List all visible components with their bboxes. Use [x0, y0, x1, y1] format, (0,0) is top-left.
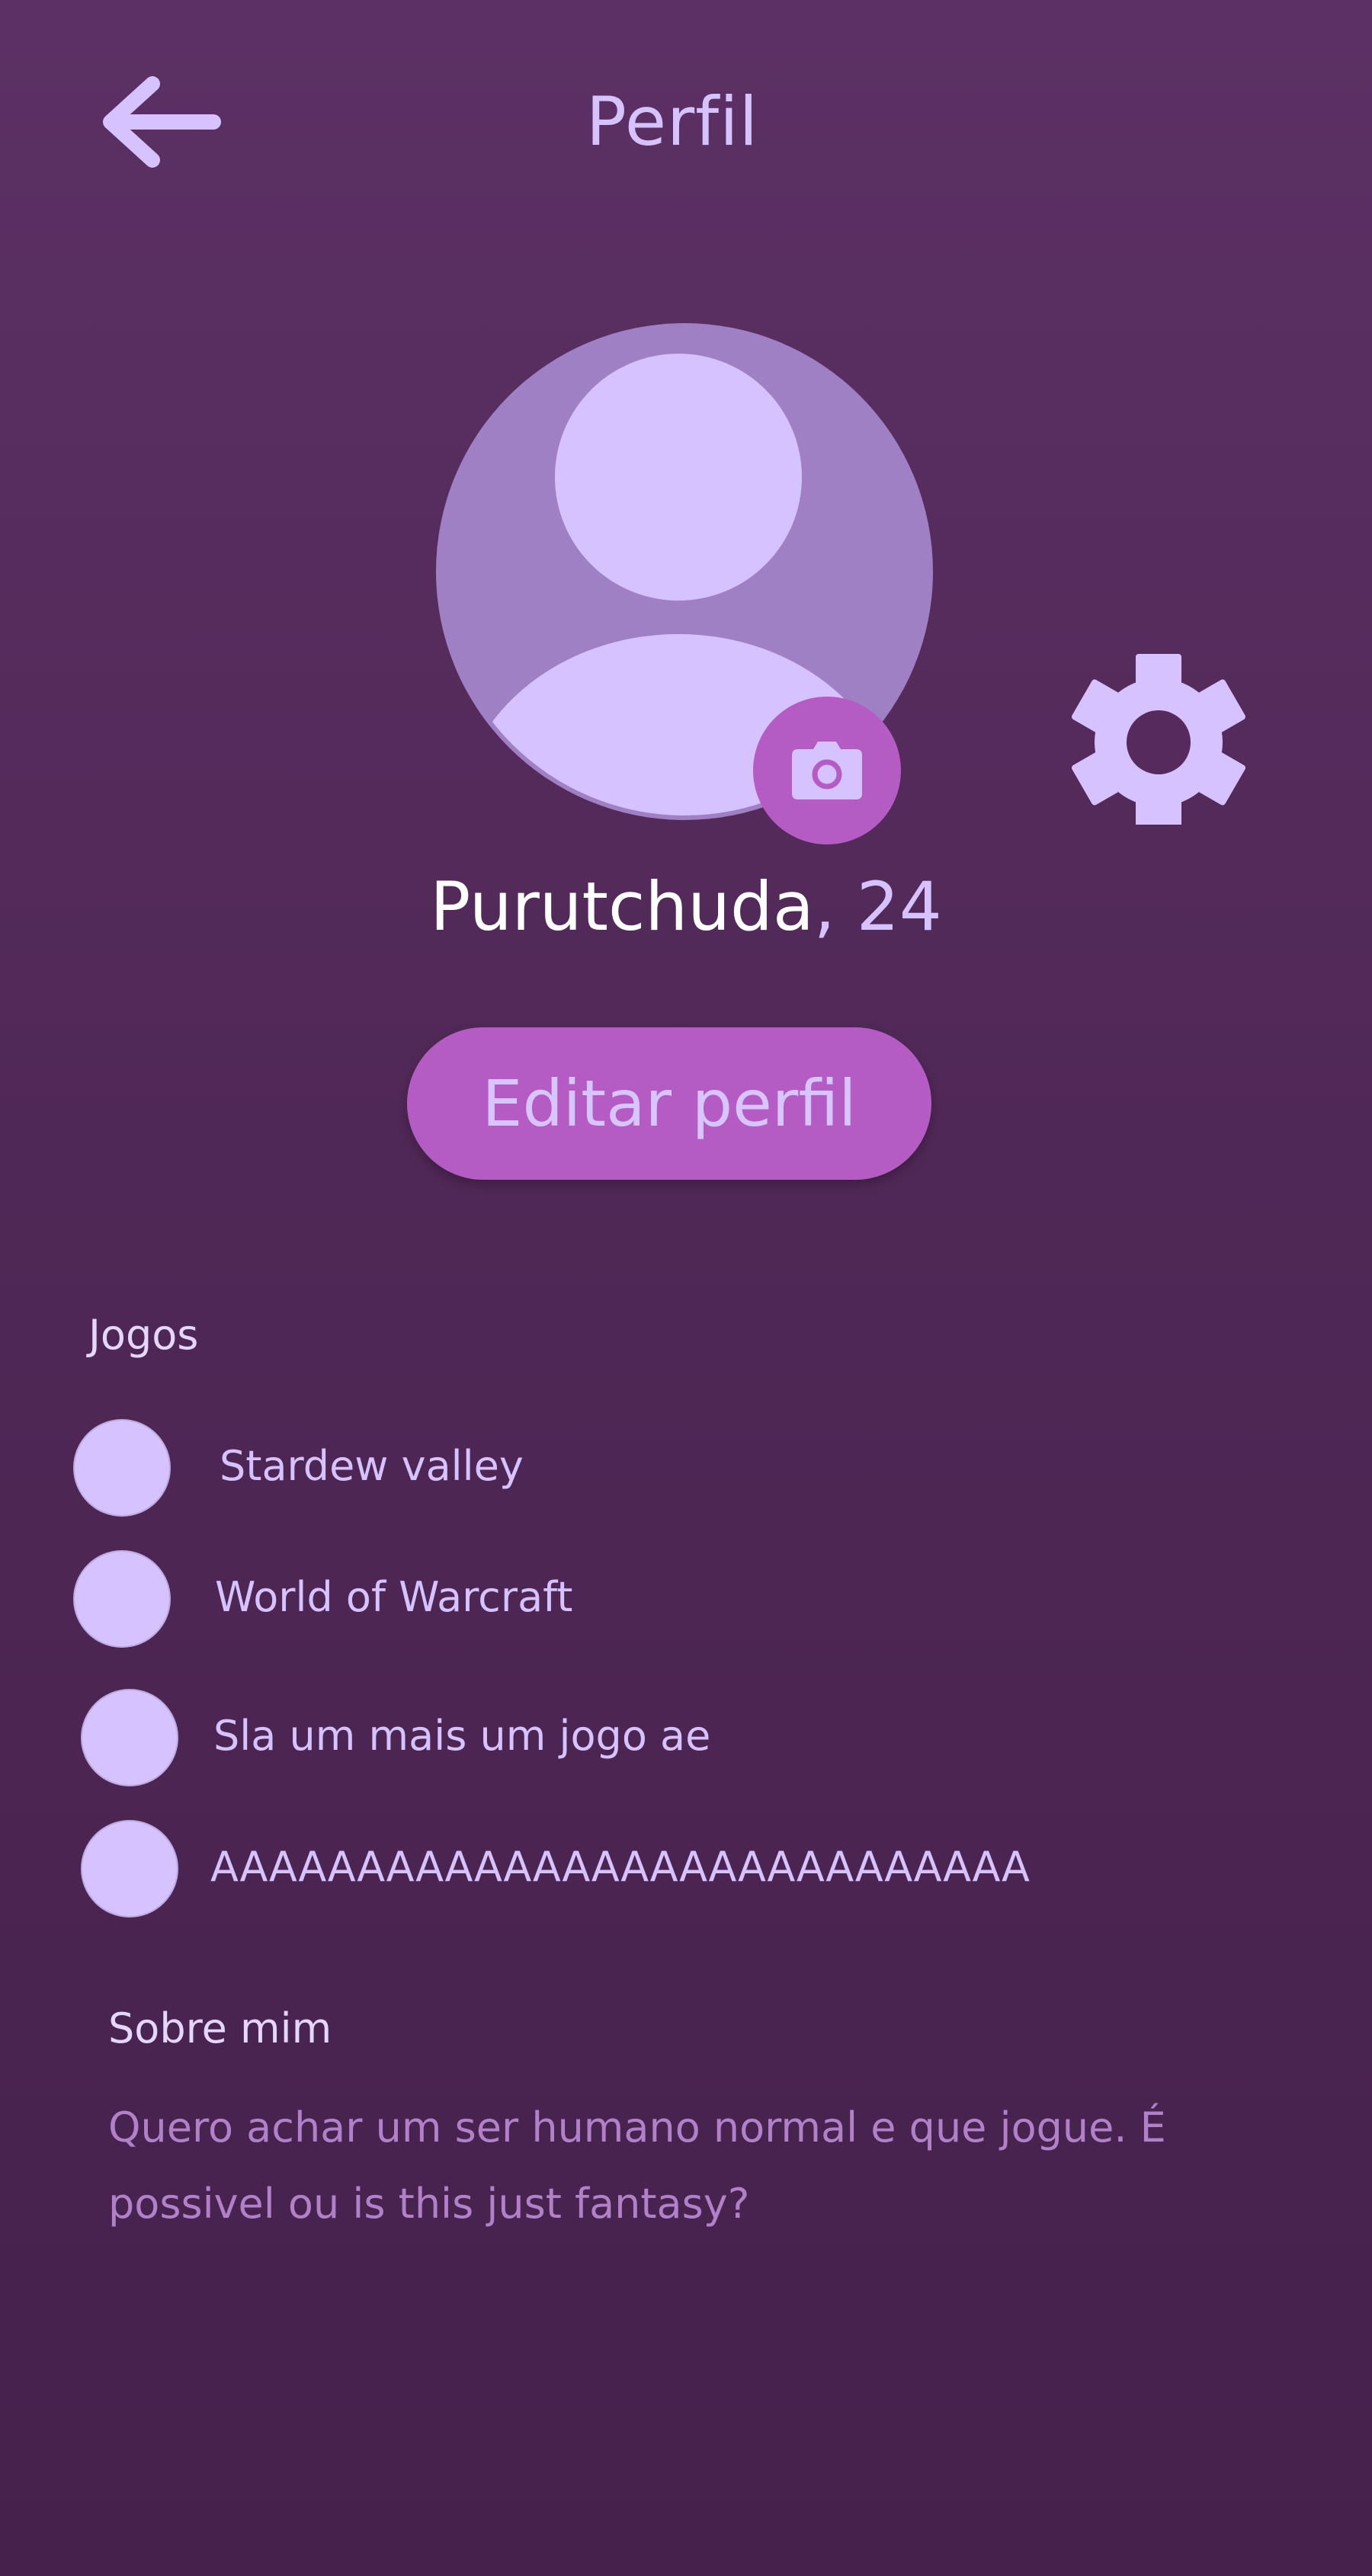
profile-name: Purutchuda — [430, 867, 814, 946]
games-heading: Jogos — [88, 1311, 199, 1359]
about-heading: Sobre mim — [108, 2004, 332, 2052]
game-item[interactable]: AAAAAAAAAAAAAAAAAAAAAAAAAAAA — [0, 1820, 1372, 1919]
edit-profile-label: Editar perfil — [482, 1066, 857, 1141]
game-label: Stardew valley — [220, 1442, 524, 1490]
game-item[interactable]: Stardew valley — [0, 1419, 1372, 1518]
game-item[interactable]: Sla um mais um jogo ae — [0, 1689, 1372, 1788]
game-item[interactable]: World of Warcraft — [0, 1550, 1372, 1649]
game-icon — [81, 1820, 178, 1918]
camera-icon — [792, 742, 862, 799]
page-title: Perfil — [585, 82, 759, 161]
game-icon — [73, 1550, 171, 1648]
game-icon — [81, 1689, 178, 1786]
settings-button[interactable] — [1067, 654, 1250, 831]
edit-profile-button[interactable]: Editar perfil — [407, 1027, 931, 1180]
game-label: World of Warcraft — [215, 1573, 573, 1621]
game-label: AAAAAAAAAAAAAAAAAAAAAAAAAAAA — [210, 1843, 1030, 1891]
camera-button[interactable] — [753, 697, 901, 844]
game-label: Sla um mais um jogo ae — [213, 1712, 711, 1760]
profile-name-age: Purutchuda, 24 — [0, 869, 1372, 945]
profile-age: , 24 — [813, 867, 942, 946]
game-icon — [73, 1419, 171, 1517]
gear-icon — [1072, 654, 1245, 831]
about-text: Quero achar um ser humano normal e que j… — [108, 2103, 1166, 2228]
